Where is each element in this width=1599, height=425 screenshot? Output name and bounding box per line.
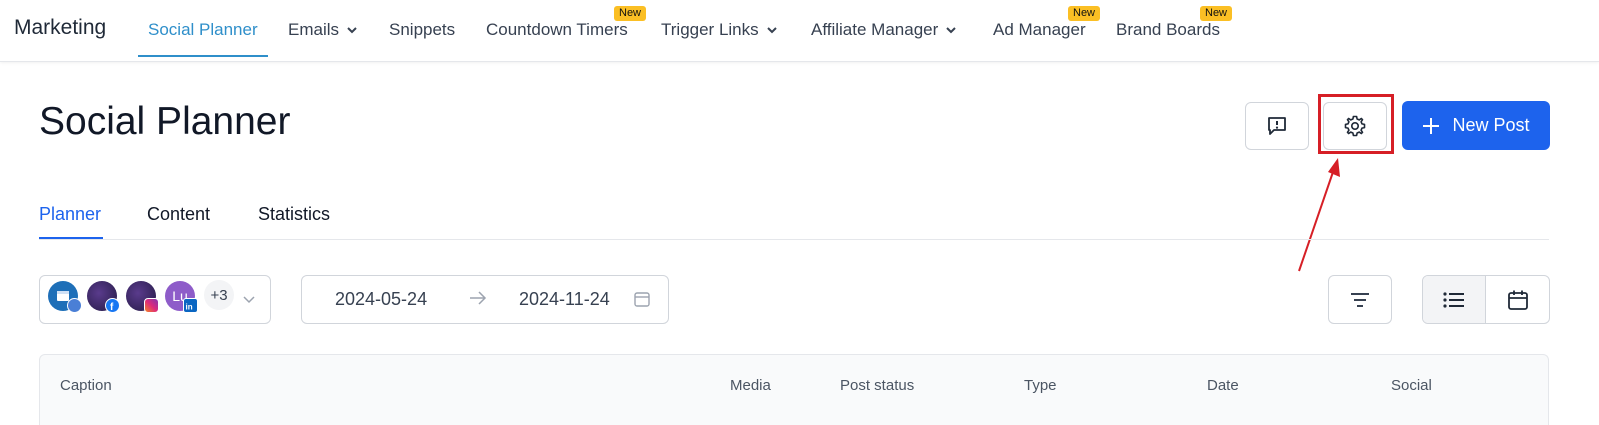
column-header-type[interactable]: Type <box>1024 377 1057 394</box>
new-badge: New <box>614 6 647 21</box>
calendar-view-button[interactable] <box>1486 276 1549 323</box>
arrow-right-icon <box>470 291 487 305</box>
new-badge: New <box>1068 6 1101 21</box>
svg-text:in: in <box>186 303 193 312</box>
nav-item-label: Ad Manager <box>993 20 1086 39</box>
nav-item-emails[interactable]: Emails <box>288 20 357 40</box>
table-header <box>39 354 1549 425</box>
calendar-icon <box>1507 290 1528 310</box>
nav-active-underline <box>138 55 268 57</box>
settings-highlight-annotation <box>1318 94 1394 154</box>
instagram-icon <box>144 298 159 313</box>
nav-item-affiliate-manager[interactable]: Affiliate Manager <box>811 20 956 40</box>
tab-planner[interactable]: Planner <box>39 204 101 225</box>
list-view-button[interactable] <box>1423 276 1487 323</box>
nav-item-label: Countdown Timers <box>486 20 628 39</box>
facebook-icon: f <box>105 298 120 313</box>
nav-item-countdown-timers[interactable]: Countdown Timers <box>486 20 628 40</box>
nav-item-label: Affiliate Manager <box>811 20 939 39</box>
nav-item-label: Social Planner <box>148 20 258 39</box>
tabs-divider <box>39 239 1549 240</box>
nav-item-social-planner[interactable]: Social Planner <box>148 20 258 40</box>
view-toggle <box>1422 275 1550 324</box>
svg-text:f: f <box>110 302 114 312</box>
brand-title: Marketing <box>14 16 107 39</box>
new-post-label: New Post <box>1452 115 1530 135</box>
column-header-post-status[interactable]: Post status <box>840 377 914 394</box>
nav-item-trigger-links[interactable]: Trigger Links <box>661 20 777 40</box>
chevron-down-icon <box>946 27 956 34</box>
top-nav: Marketing Social Planner Emails Snippets… <box>0 0 1599 62</box>
filter-icon <box>1351 292 1369 307</box>
filter-button[interactable] <box>1328 275 1392 324</box>
column-header-media[interactable]: Media <box>730 377 771 394</box>
feedback-button[interactable] <box>1245 102 1309 150</box>
new-badge: New <box>1200 6 1233 21</box>
linkedin-icon: in <box>183 298 198 313</box>
column-header-social[interactable]: Social <box>1391 377 1432 394</box>
chevron-down-icon[interactable] <box>243 294 255 304</box>
page-title: Social Planner <box>39 100 291 143</box>
message-alert-icon <box>1268 117 1286 135</box>
more-accounts-count[interactable]: +3 <box>204 280 234 310</box>
nav-item-label: Emails <box>288 20 340 39</box>
nav-item-label: Snippets <box>389 20 456 39</box>
tab-content[interactable]: Content <box>147 204 210 225</box>
google-business-icon <box>67 298 82 313</box>
new-post-button[interactable]: New Post <box>1402 101 1550 150</box>
chevron-down-icon <box>347 27 357 34</box>
start-date[interactable]: 2024-05-24 <box>335 289 427 310</box>
column-header-date[interactable]: Date <box>1207 377 1239 394</box>
nav-item-label: Trigger Links <box>661 20 759 39</box>
calendar-icon[interactable] <box>633 290 651 308</box>
column-header-caption[interactable]: Caption <box>60 377 112 394</box>
nav-item-label: Brand Boards <box>1116 20 1220 39</box>
nav-item-snippets[interactable]: Snippets <box>389 20 455 40</box>
end-date[interactable]: 2024-11-24 <box>519 289 610 310</box>
tab-statistics[interactable]: Statistics <box>258 204 330 225</box>
plus-icon <box>1423 117 1440 134</box>
nav-item-brand-boards[interactable]: Brand Boards <box>1116 20 1220 40</box>
list-icon <box>1443 291 1464 308</box>
chevron-down-icon <box>766 27 777 34</box>
nav-item-ad-manager[interactable]: Ad Manager <box>993 20 1086 40</box>
